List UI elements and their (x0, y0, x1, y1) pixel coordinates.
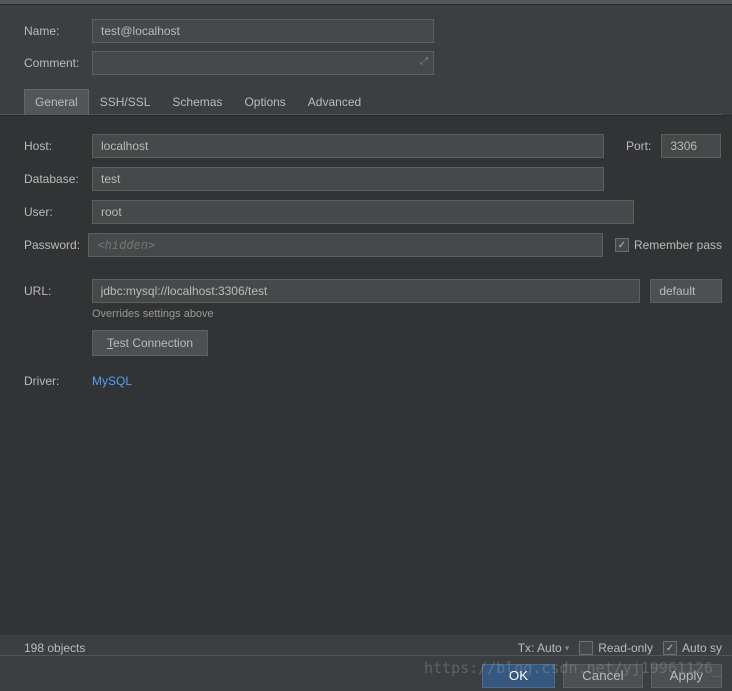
url-input[interactable] (92, 279, 641, 303)
password-input[interactable] (88, 233, 603, 257)
comment-input[interactable] (92, 51, 434, 75)
database-input[interactable] (92, 167, 604, 191)
url-mode-combo[interactable]: default (650, 279, 722, 303)
url-hint: Overrides settings above (92, 308, 722, 320)
url-label: URL: (24, 284, 92, 298)
remember-checkbox[interactable]: ✓ (615, 238, 629, 252)
tx-mode[interactable]: Tx: Auto▾ (518, 641, 570, 655)
ok-button[interactable]: OK (482, 664, 555, 688)
comment-label: Comment: (24, 56, 92, 70)
autosync-checkbox[interactable]: ✓ (663, 641, 677, 655)
tabs: General SSH/SSL Schemas Options Advanced (0, 89, 722, 115)
remember-label: Remember pass (634, 238, 722, 252)
database-label: Database: (24, 172, 92, 186)
readonly-label: Read-only (598, 641, 653, 655)
objects-count: 198 objects (24, 641, 85, 655)
driver-link[interactable]: MySQL (92, 374, 132, 388)
password-label: Password: (24, 238, 88, 252)
tab-general[interactable]: General (24, 89, 89, 115)
tab-sshssl[interactable]: SSH/SSL (89, 89, 162, 115)
name-label: Name: (24, 24, 92, 38)
name-input[interactable] (92, 19, 434, 43)
test-connection-button[interactable]: Test Connection (92, 330, 208, 356)
autosync-label: Auto sy (682, 641, 722, 655)
readonly-checkbox[interactable] (579, 641, 593, 655)
chevron-down-icon: ▾ (565, 643, 570, 654)
host-input[interactable] (92, 134, 604, 158)
driver-label: Driver: (24, 374, 92, 388)
apply-button[interactable]: Apply (651, 664, 722, 688)
url-mode-label: default (659, 284, 695, 298)
port-input[interactable] (661, 134, 721, 158)
host-label: Host: (24, 139, 92, 153)
port-label: Port: (626, 139, 651, 153)
user-input[interactable] (92, 200, 634, 224)
tab-options[interactable]: Options (233, 89, 296, 115)
tab-schemas[interactable]: Schemas (161, 89, 233, 115)
user-label: User: (24, 205, 92, 219)
cancel-button[interactable]: Cancel (563, 664, 643, 688)
tab-advanced[interactable]: Advanced (297, 89, 372, 115)
